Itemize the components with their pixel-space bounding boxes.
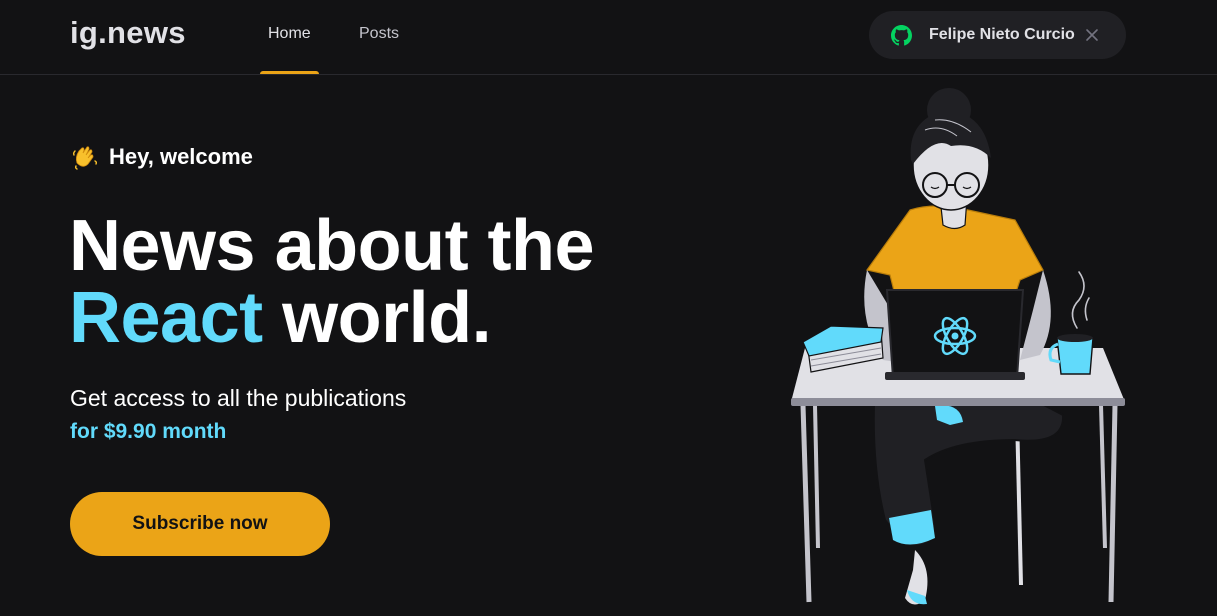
top-header: ig.news Home Posts Felipe Nieto Curcio <box>0 0 1217 75</box>
clapping-hands-icon <box>72 146 98 170</box>
nav-posts[interactable]: Posts <box>359 25 399 43</box>
headline-line-1: News about the <box>69 206 595 286</box>
close-icon[interactable] <box>1084 27 1100 43</box>
active-nav-indicator <box>260 71 319 74</box>
subscription-price: for $9.90 month <box>70 420 227 443</box>
headline: News about the React world. <box>69 210 595 354</box>
github-icon <box>891 25 912 46</box>
headline-rest: world. <box>262 278 492 358</box>
welcome-text: Hey, welcome <box>109 144 253 169</box>
user-name: Felipe Nieto Curcio <box>929 26 1075 43</box>
woman-at-laptop-illustration <box>791 88 1125 605</box>
headline-accent: React <box>69 278 263 358</box>
subscription-description: Get access to all the publications <box>70 385 407 411</box>
signed-in-user-button[interactable]: Felipe Nieto Curcio <box>869 11 1126 59</box>
nav-home[interactable]: Home <box>268 25 311 43</box>
logo[interactable]: ig.news <box>70 15 186 51</box>
subscribe-button[interactable]: Subscribe now <box>70 492 330 556</box>
welcome-line: Hey, welcome <box>71 143 253 171</box>
